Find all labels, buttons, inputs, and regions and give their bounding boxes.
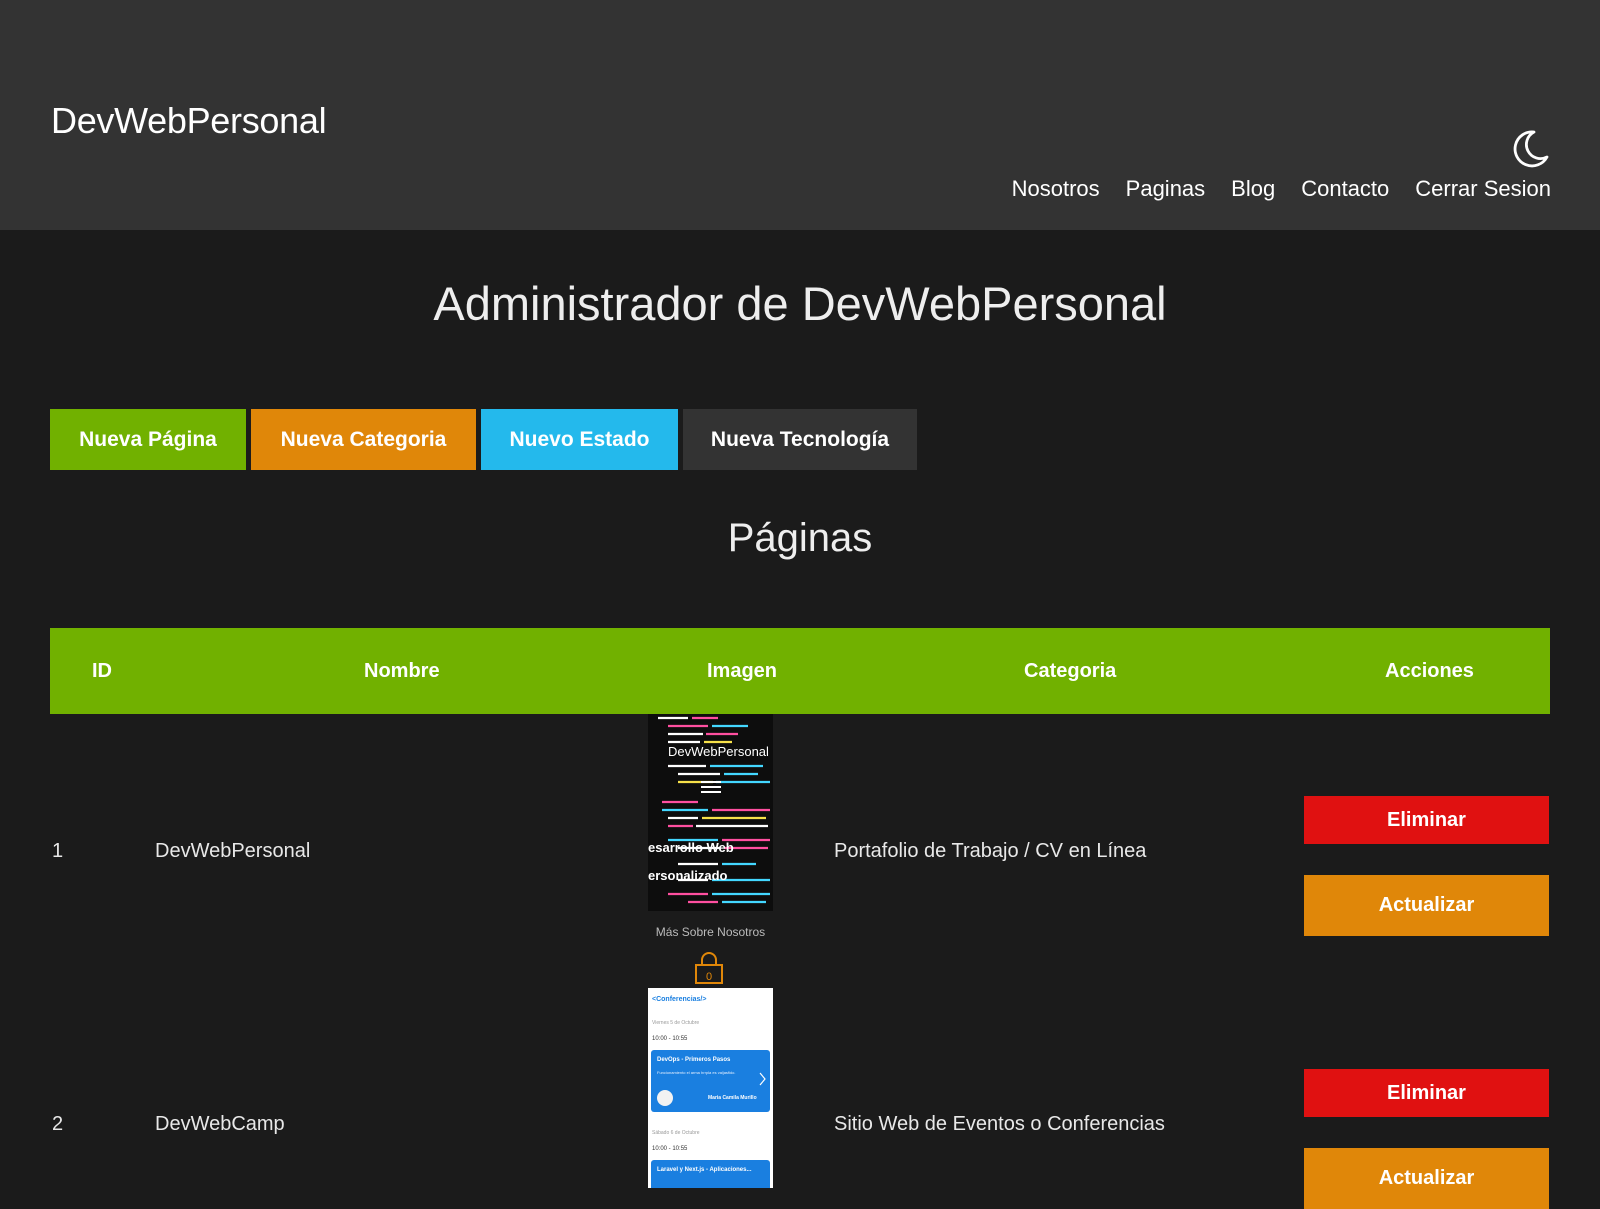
- speaker-avatar: [657, 1090, 673, 1106]
- event-card: DevOps - Primeros Pasos Funcionamiento e…: [651, 1050, 770, 1112]
- column-header-acciones: Acciones: [1385, 660, 1474, 682]
- row-2-image-day2: Sábado 6 de Octubre: [652, 1130, 700, 1136]
- column-header-imagen: Imagen: [707, 660, 778, 682]
- nav-paginas[interactable]: Paginas: [1126, 176, 1206, 202]
- column-header-nombre: Nombre: [364, 660, 440, 682]
- column-header-categoria: Categoria: [1024, 660, 1117, 682]
- nuevo-estado-button[interactable]: Nuevo Estado: [481, 409, 678, 470]
- lock-label: 0: [706, 971, 712, 983]
- table-header: ID Nombre Imagen Categoria Acciones: [50, 628, 1550, 714]
- nav-blog[interactable]: Blog: [1231, 176, 1275, 202]
- row-2-categoria: Sitio Web de Eventos o Conferencias: [834, 1113, 1165, 1135]
- row-2-image[interactable]: <Conferencias/> Viernes 5 de Octubre 10:…: [648, 988, 773, 1188]
- row-2-image-heading: <Conferencias/>: [652, 996, 707, 1003]
- admin-button-row: Nueva Página Nueva Categoria Nuevo Estad…: [50, 409, 917, 470]
- row-2-actualizar-button[interactable]: Actualizar: [1304, 1148, 1549, 1209]
- row-1-image[interactable]: DevWebPersonal esarrollo Web ersonalizad…: [648, 714, 773, 911]
- row-1-image-caption: Más Sobre Nosotros: [655, 925, 766, 939]
- brand-logo[interactable]: DevWebPersonal: [51, 100, 327, 142]
- nueva-tecnologia-button[interactable]: Nueva Tecnología: [683, 409, 917, 470]
- chevron-right-icon: [759, 1072, 766, 1086]
- moon-icon[interactable]: [1510, 128, 1550, 170]
- column-header-id: ID: [92, 660, 112, 682]
- row-2-nombre: DevWebCamp: [155, 1113, 285, 1135]
- row-2-image-time2: 10:00 - 10:55: [652, 1146, 688, 1152]
- row-1-eliminar-button[interactable]: Eliminar: [1304, 796, 1549, 844]
- hamburger-menu-icon: [701, 781, 721, 793]
- nueva-categoria-button[interactable]: Nueva Categoria: [251, 409, 476, 470]
- row-1-nombre: DevWebPersonal: [155, 840, 311, 862]
- main-nav: Nosotros Paginas Blog Contacto Cerrar Se…: [1012, 176, 1551, 202]
- row-2-eliminar-button[interactable]: Eliminar: [1304, 1069, 1549, 1117]
- row-2-image-day1: Viernes 5 de Octubre: [652, 1020, 700, 1026]
- page-title: Administrador de DevWebPersonal: [433, 277, 1167, 330]
- row-1-actualizar-button[interactable]: Actualizar: [1304, 875, 1549, 936]
- row-2-image-time1: 10:00 - 10:55: [652, 1036, 688, 1042]
- row-1-id: 1: [52, 840, 64, 862]
- nav-nosotros[interactable]: Nosotros: [1012, 176, 1100, 202]
- row-1-image-line1: esarrollo Web: [648, 840, 734, 855]
- row-1-image-line2: ersonalizado: [648, 868, 728, 883]
- event-card-desc: Funcionamiento el arma hrrpla es valjasf…: [657, 1070, 736, 1075]
- lock-icon: 0: [695, 952, 723, 984]
- nav-contacto[interactable]: Contacto: [1301, 176, 1389, 202]
- site-header: DevWebPersonal Nosotros Paginas Blog Con…: [0, 0, 1600, 230]
- event-card: Laravel y Next.js - Aplicaciones...: [651, 1160, 770, 1188]
- nav-cerrar-sesion[interactable]: Cerrar Sesion: [1415, 176, 1551, 202]
- section-title: Páginas: [727, 516, 873, 560]
- event-card-speaker: Maria Camila Murillo: [708, 1095, 757, 1101]
- event-card-title: Laravel y Next.js - Aplicaciones...: [657, 1167, 752, 1173]
- nueva-pagina-button[interactable]: Nueva Página: [50, 409, 246, 470]
- row-1-categoria: Portafolio de Trabajo / CV en Línea: [834, 840, 1147, 862]
- event-card-title: DevOps - Primeros Pasos: [657, 1057, 731, 1063]
- row-1-image-title: DevWebPersonal: [668, 744, 769, 759]
- row-2-id: 2: [52, 1113, 64, 1135]
